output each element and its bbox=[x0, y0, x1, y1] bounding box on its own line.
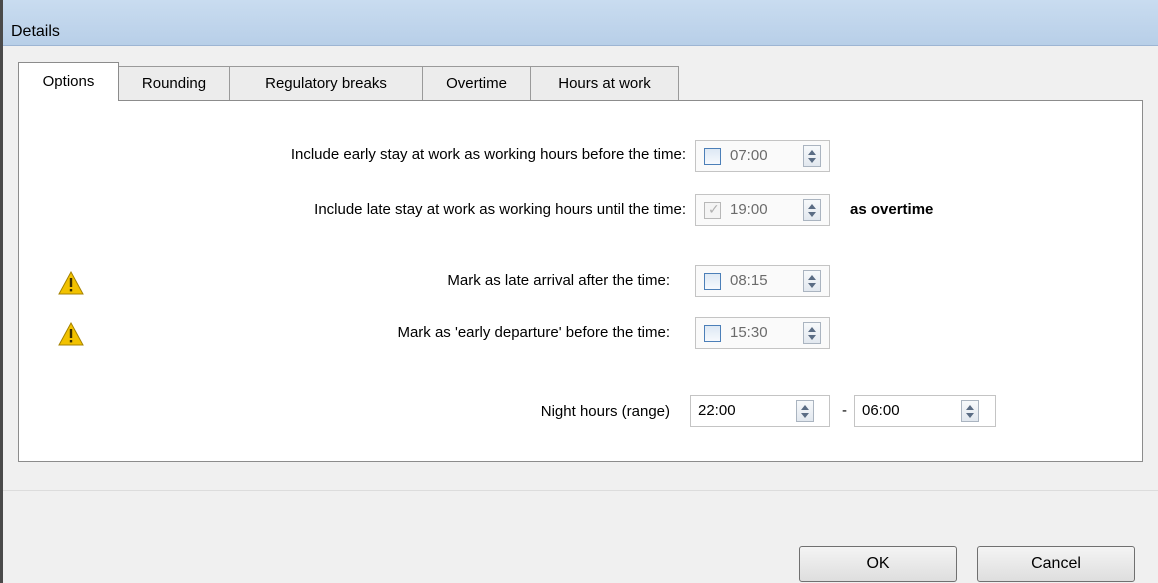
early-stay-checkbox[interactable] bbox=[704, 148, 721, 165]
early-stay-label: Include early stay at work as working ho… bbox=[290, 146, 686, 163]
late-arrival-time-field[interactable]: 08:15 bbox=[695, 265, 830, 297]
night-hours-from-spin-icon[interactable] bbox=[796, 400, 814, 422]
late-stay-time-field[interactable]: ✓ 19:00 bbox=[695, 194, 830, 226]
late-arrival-checkbox[interactable] bbox=[704, 273, 721, 290]
checkmark-icon: ✓ bbox=[708, 201, 720, 217]
tab-regulatory-breaks[interactable]: Regulatory breaks bbox=[229, 66, 423, 100]
dialog-separator bbox=[3, 490, 1158, 491]
window-title: Details bbox=[11, 23, 60, 40]
late-stay-time-value: 19:00 bbox=[730, 201, 768, 218]
night-hours-to-value: 06:00 bbox=[862, 402, 900, 419]
late-arrival-spin-icon[interactable] bbox=[803, 270, 821, 292]
early-stay-time-value: 07:00 bbox=[730, 147, 768, 164]
tab-options[interactable]: Options bbox=[18, 62, 119, 101]
title-bar: Details bbox=[3, 0, 1158, 46]
tab-rounding[interactable]: Rounding bbox=[118, 66, 230, 100]
ok-button[interactable]: OK bbox=[799, 546, 957, 582]
night-hours-to-spin-icon[interactable] bbox=[961, 400, 979, 422]
tab-hours-at-work[interactable]: Hours at work bbox=[530, 66, 679, 100]
early-departure-time-value: 15:30 bbox=[730, 324, 768, 341]
late-arrival-label: Mark as late arrival after the time: bbox=[447, 272, 670, 289]
early-stay-spin-icon[interactable] bbox=[803, 145, 821, 167]
night-hours-from-value: 22:00 bbox=[698, 402, 736, 419]
late-arrival-time-value: 08:15 bbox=[730, 272, 768, 289]
tab-overtime[interactable]: Overtime bbox=[422, 66, 531, 100]
early-departure-checkbox[interactable] bbox=[704, 325, 721, 342]
early-stay-time-field[interactable]: 07:00 bbox=[695, 140, 830, 172]
cancel-button[interactable]: Cancel bbox=[977, 546, 1135, 582]
late-stay-label: Include late stay at work as working hou… bbox=[314, 201, 686, 218]
night-hours-from-field[interactable]: 22:00 bbox=[690, 395, 830, 427]
early-departure-spin-icon[interactable] bbox=[803, 322, 821, 344]
as-overtime-label: as overtime bbox=[850, 201, 934, 218]
night-hours-label: Night hours (range) bbox=[540, 403, 670, 420]
night-hours-to-field[interactable]: 06:00 bbox=[854, 395, 996, 427]
details-dialog: Details Options Rounding Regulatory brea… bbox=[3, 0, 1158, 583]
late-stay-checkbox[interactable]: ✓ bbox=[704, 201, 721, 219]
range-separator: - bbox=[842, 402, 847, 419]
late-stay-spin-icon[interactable] bbox=[803, 199, 821, 221]
early-departure-label: Mark as 'early departure' before the tim… bbox=[397, 324, 670, 341]
options-panel: Include early stay at work as working ho… bbox=[18, 100, 1143, 462]
early-departure-time-field[interactable]: 15:30 bbox=[695, 317, 830, 349]
